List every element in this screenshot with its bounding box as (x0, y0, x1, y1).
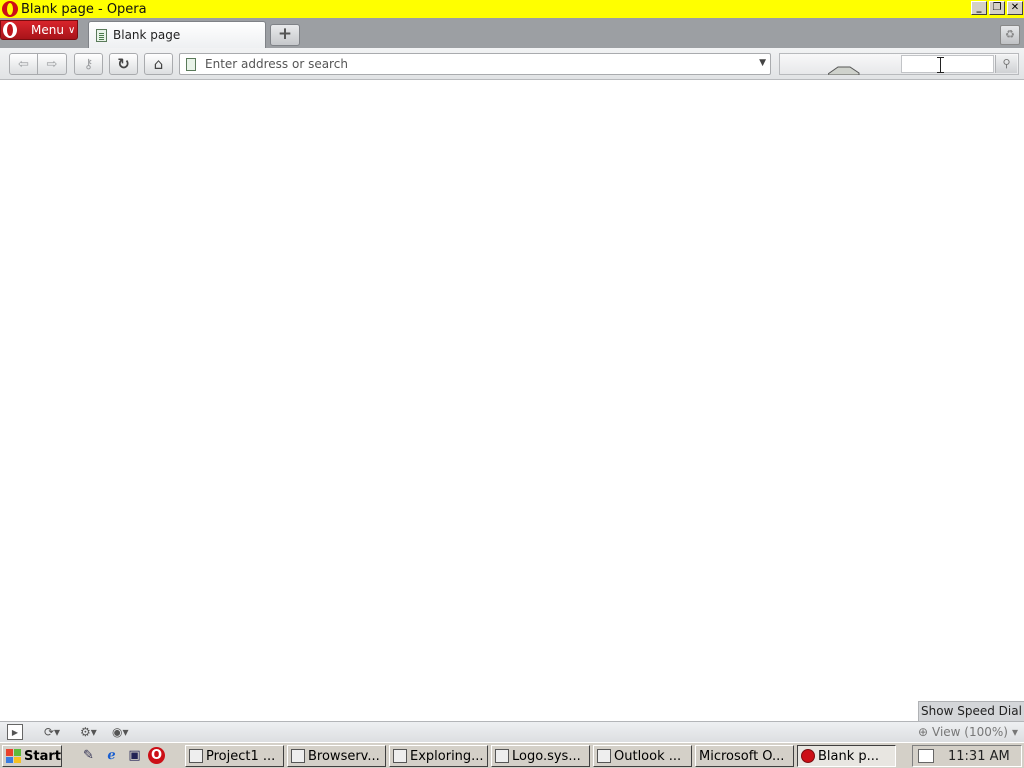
taskbar-button-exploring[interactable]: Exploring... (389, 745, 488, 767)
zoom-label: View (100%) (932, 725, 1008, 739)
task-label: Logo.sys... (512, 748, 581, 764)
clock[interactable]: 11:31 AM (948, 749, 1010, 764)
wand-key-icon[interactable]: ⚷ (74, 53, 103, 75)
new-tab-button[interactable]: + (270, 24, 300, 46)
navigation-toolbar: ⇦ ⇨ ⚷ ↻ ⌂ ▼ ⚲ (0, 48, 1024, 80)
zoom-control[interactable]: ⊕ View (100%) ▾ (918, 724, 1018, 740)
explorer-icon (393, 749, 407, 763)
windows-logo-icon (6, 749, 22, 763)
zoom-icon: ⊕ (917, 725, 928, 739)
opera-menu-button[interactable]: Menu ∨ (0, 20, 78, 40)
task-label: Microsoft O... (699, 748, 785, 764)
home-button[interactable]: ⌂ (144, 53, 173, 75)
close-button[interactable]: ✕ (1007, 1, 1023, 15)
window-controls: _ ❐ ✕ (971, 1, 1023, 15)
taskbar-button-browserv[interactable]: Browserv... (287, 745, 386, 767)
taskbar: Start ✎ ℯ ▣ O Project1 ... Browserv... E… (0, 742, 1024, 768)
browser-icon (291, 749, 305, 763)
outlook-icon (597, 749, 611, 763)
closed-tabs-trash-icon[interactable]: ♻ (1000, 25, 1020, 45)
task-label: Exploring... (410, 748, 484, 764)
opera-icon[interactable]: O (148, 747, 165, 764)
text-cursor-icon (937, 57, 944, 73)
opera-logo-icon (2, 1, 18, 17)
reload-button[interactable]: ↻ (109, 53, 138, 75)
taskbar-button-outlook[interactable]: Outlook ... (593, 745, 692, 767)
scheduler-icon[interactable] (918, 749, 934, 763)
system-tray: 11:31 AM (912, 745, 1022, 767)
search-icon[interactable]: ⚲ (995, 55, 1017, 73)
unite-icon[interactable]: ⚙▾ (80, 724, 97, 740)
task-label: Project1 ... (206, 748, 276, 764)
address-input[interactable] (205, 57, 745, 71)
taskbar-button-project1[interactable]: Project1 ... (185, 745, 284, 767)
address-dropdown-icon[interactable]: ▼ (759, 58, 766, 68)
tab-blank-page[interactable]: Blank page (88, 21, 266, 48)
show-speed-dial-button[interactable]: Show Speed Dial (918, 701, 1024, 721)
chevron-down-icon: ▾ (1011, 725, 1018, 739)
address-bar[interactable]: ▼ (179, 53, 771, 75)
task-label: Browserv... (308, 748, 380, 764)
page-icon (96, 28, 107, 42)
start-label: Start (24, 748, 61, 764)
sync-icon[interactable]: ⟳▾ (44, 724, 60, 740)
menu-label: Menu (31, 23, 64, 37)
forward-button[interactable]: ⇨ (38, 53, 67, 75)
turbo-icon[interactable]: ◉▾ (112, 724, 129, 740)
taskbar-button-logo-sys[interactable]: Logo.sys... (491, 745, 590, 767)
opera-logo-icon (3, 22, 17, 38)
page-icon (186, 57, 196, 71)
taskbar-button-microsoft-outlook[interactable]: Microsoft O... (695, 745, 794, 767)
chevron-down-icon: ∨ (67, 24, 76, 36)
back-button[interactable]: ⇦ (9, 53, 38, 75)
search-engine-icon[interactable] (828, 65, 860, 75)
tab-bar: Menu ∨ Blank page + ♻ (0, 18, 1024, 48)
window-title-bar[interactable]: Blank page - Opera _ ❐ ✕ (0, 0, 1024, 18)
status-bar: ▶ ⟳▾ ⚙▾ ◉▾ ⊕ View (100%) ▾ (0, 721, 1024, 742)
minimize-button[interactable]: _ (971, 1, 987, 15)
taskbar-button-blank-page[interactable]: Blank p... (797, 745, 896, 767)
page-content[interactable]: Show Speed Dial (0, 81, 1024, 721)
window-title: Blank page - Opera (21, 1, 147, 17)
notepad-icon[interactable]: ✎ (80, 747, 97, 764)
tab-label: Blank page (113, 28, 181, 42)
ie-icon[interactable]: ℯ (103, 747, 120, 764)
restore-button[interactable]: ❐ (989, 1, 1005, 15)
panel-toggle-icon[interactable]: ▶ (7, 724, 23, 740)
vb-project-icon (189, 749, 203, 763)
task-label: Blank p... (818, 748, 880, 764)
document-icon (495, 749, 509, 763)
task-label: Outlook ... (614, 748, 682, 764)
start-button[interactable]: Start (2, 745, 62, 767)
opera-icon (801, 749, 815, 763)
search-bar[interactable]: ⚲ (779, 53, 1019, 75)
search-input[interactable] (901, 55, 994, 73)
desktop-icon[interactable]: ▣ (126, 747, 143, 764)
